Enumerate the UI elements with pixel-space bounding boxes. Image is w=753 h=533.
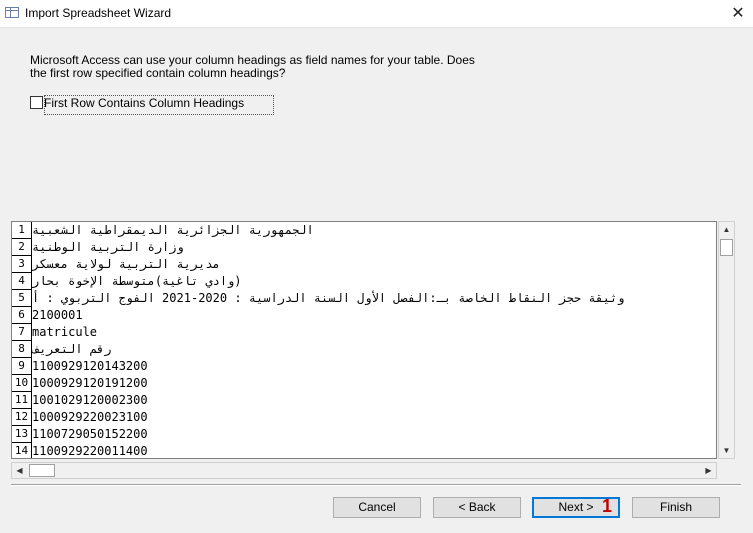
cell-value: مديرية التربية لولاية معسكر [32,257,220,271]
horizontal-scrollbar[interactable]: ◀ ▶ [11,462,717,479]
cell-value: 1100929120143200 [32,359,148,373]
cell-value: 1000929120191200 [32,376,148,390]
cell-value: matricule [32,325,98,339]
first-row-headings-option[interactable]: First Row Contains Column Headings [30,95,274,116]
row-number: 2 [12,239,32,256]
scroll-left-arrow-icon[interactable]: ◀ [12,463,27,478]
table-row: 11 1001029120002300 [12,392,716,409]
horizontal-scroll-thumb[interactable] [29,464,55,477]
table-row: 14 1100929220011400 [12,443,716,458]
table-row: 2 وزارة التربية الوطنية [12,239,716,256]
row-number: 12 [12,409,32,426]
cell-value: 1100729050152200 [32,427,148,441]
row-number: 9 [12,358,32,375]
table-row: 4 (وادي تاغية)متوسطة الإخوة بحار [12,273,716,290]
table-row: 12 1000929220023100 [12,409,716,426]
cell-value: وثيقة حجز النقاط الخاصة بـ:الفصل الأول ا… [32,291,625,305]
row-number: 6 [12,307,32,324]
first-row-headings-checkbox[interactable] [30,96,43,109]
row-number: 14 [12,443,32,458]
table-row: 9 1100929120143200 [12,358,716,375]
cell-value: 1001029120002300 [32,393,148,407]
cell-value: وزارة التربية الوطنية [32,240,184,254]
data-preview-grid[interactable]: 1 الجمهورية الجزائرية الديمقراطية الشعبية… [11,221,717,459]
scroll-up-arrow-icon[interactable]: ▲ [719,222,734,237]
cell-value: (وادي تاغية)متوسطة الإخوة بحار [32,274,242,288]
row-number: 10 [12,375,32,392]
row-number: 7 [12,324,32,341]
vertical-scroll-thumb[interactable] [720,239,733,256]
scroll-down-arrow-icon[interactable]: ▼ [719,443,734,458]
finish-button[interactable]: Finish [632,497,720,518]
row-number: 8 [12,341,32,358]
table-row: 5 وثيقة حجز النقاط الخاصة بـ:الفصل الأول … [12,290,716,307]
back-button[interactable]: < Back [433,497,521,518]
first-row-headings-label[interactable]: First Row Contains Column Headings [44,96,244,110]
row-number: 1 [12,222,32,239]
row-number: 3 [12,256,32,273]
footer-divider [11,484,741,486]
access-table-icon [5,7,19,18]
table-row: 13 1100729050152200 [12,426,716,443]
table-row: 6 2100001 [12,307,716,324]
table-row: 10 1000929120191200 [12,375,716,392]
row-number: 13 [12,426,32,443]
table-row: 1 الجمهورية الجزائرية الديمقراطية الشعبية [12,222,716,239]
vertical-scrollbar[interactable]: ▲ ▼ [718,221,735,459]
cell-value: الجمهورية الجزائرية الديمقراطية الشعبية [32,223,314,237]
cell-value: رقم التعريف [32,342,112,356]
row-number: 4 [12,273,32,290]
instruction-text: Microsoft Access can use your column hea… [30,53,475,80]
cell-value: 1100929220011400 [32,444,148,458]
window-title: Import Spreadsheet Wizard [25,6,172,20]
cancel-button[interactable]: Cancel [333,497,421,518]
table-row: 8 رقم التعريف [12,341,716,358]
cell-value: 1000929220023100 [32,410,148,424]
table-row: 7 matricule [12,324,716,341]
annotation-badge: 1 [602,496,613,516]
row-number: 5 [12,290,32,307]
title-bar: Import Spreadsheet Wizard ✕ [0,0,753,28]
cell-value: 2100001 [32,308,83,322]
row-number: 11 [12,392,32,409]
scroll-right-arrow-icon[interactable]: ▶ [701,463,716,478]
table-row: 3 مديرية التربية لولاية معسكر [12,256,716,273]
close-button[interactable]: ✕ [723,0,753,27]
